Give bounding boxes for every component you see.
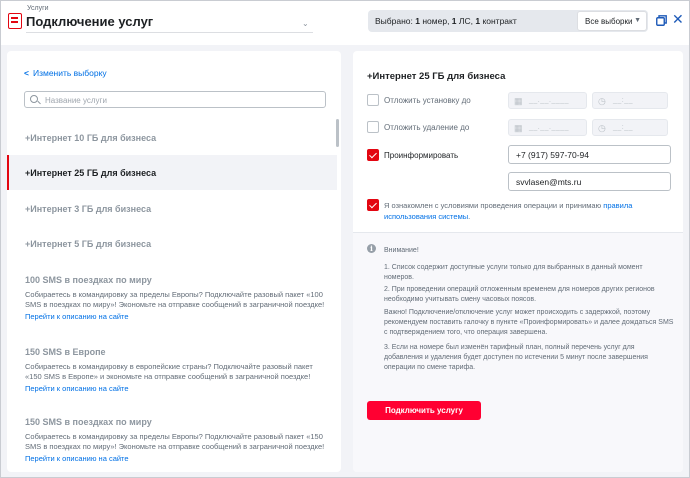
- notice-block: i Внимание! 1. Список содержит доступные…: [353, 233, 683, 472]
- service-details-title: +Интернет 25 ГБ для бизнеса: [367, 71, 506, 82]
- service-site-link[interactable]: Перейти к описанию на сайте: [25, 384, 129, 393]
- service-site-link[interactable]: Перейти к описанию на сайте: [25, 312, 129, 321]
- breadcrumb[interactable]: Услуги: [27, 5, 49, 12]
- close-icon[interactable]: ✕: [672, 12, 686, 26]
- list-item[interactable]: +Интернет 5 ГБ для бизнеса: [7, 229, 337, 259]
- list-item[interactable]: +Интернет 10 ГБ для бизнеса: [7, 123, 337, 153]
- list-item[interactable]: 150 SMS в Европе Собираетесь в командиро…: [7, 341, 337, 401]
- email-field[interactable]: svvlasen@mts.ru: [508, 172, 671, 191]
- notice-item: 1. Список содержит доступные услуги толь…: [384, 264, 643, 281]
- notice-heading: Внимание!: [384, 247, 419, 254]
- clock-icon: ◷: [598, 96, 606, 106]
- delete-date-field[interactable]: ▦ __.__.____: [508, 119, 587, 136]
- change-selection-link[interactable]: < Изменить выборку: [24, 68, 107, 78]
- install-time-field[interactable]: ◷ __:__: [592, 92, 668, 109]
- list-item[interactable]: 150 SMS в поездках по миру Собираетесь в…: [7, 411, 337, 471]
- search-placeholder: Название услуги: [45, 96, 107, 105]
- postpone-delete-label: Отложить удаление до: [384, 123, 470, 132]
- chevron-down-icon: ▼: [634, 17, 641, 24]
- page-title[interactable]: Подключение услуг: [26, 14, 153, 29]
- service-description: Собираетесь в командировку за пределы Ев…: [25, 290, 325, 309]
- app-logo-icon: [8, 13, 22, 29]
- agree-text: Я ознакомлен с условиями проведения опер…: [384, 201, 633, 221]
- submit-button[interactable]: Подключить услугу: [367, 401, 481, 420]
- list-item[interactable]: 100 SMS в поездках по миру Собираетесь в…: [7, 269, 337, 329]
- all-selections-dropdown[interactable]: Все выборки ▼: [577, 11, 647, 31]
- service-description: Собираетесь в командировку за пределы Ев…: [25, 432, 325, 451]
- service-title: +Интернет 5 ГБ для бизнеса: [25, 239, 152, 249]
- service-title: 150 SMS в Европе: [25, 347, 106, 357]
- service-title: +Интернет 10 ГБ для бизнеса: [25, 133, 157, 143]
- title-underline: [26, 32, 313, 33]
- calendar-icon: ▦: [514, 123, 523, 133]
- phone-field[interactable]: +7 (917) 597-70-94: [508, 145, 671, 164]
- inform-label: Проинформировать: [384, 151, 459, 160]
- service-title: 100 SMS в поездках по миру: [25, 275, 152, 285]
- inform-checkbox[interactable]: [367, 149, 379, 161]
- list-item-selected[interactable]: +Интернет 25 ГБ для бизнеса: [7, 155, 337, 190]
- postpone-install-label: Отложить установку до: [384, 96, 471, 105]
- postpone-install-row: Отложить установку до ▦ __.__.____ ◷ __:…: [367, 92, 677, 109]
- external-window-icon[interactable]: [656, 15, 667, 26]
- services-list-panel: < Изменить выборку Название услуги +Интер…: [7, 51, 341, 472]
- inform-row: Проинформировать: [367, 147, 497, 163]
- header: Услуги Подключение услуг ⌄ Выбрано: 1 но…: [1, 1, 689, 45]
- delete-time-field[interactable]: ◷ __:__: [592, 119, 668, 136]
- postpone-install-checkbox[interactable]: [367, 94, 379, 106]
- install-date-field[interactable]: ▦ __.__.____: [508, 92, 587, 109]
- notice-item: 3. Если на номере был изменён тарифный п…: [384, 344, 648, 371]
- list-item[interactable]: +Интернет 3 ГБ для бизнеса: [7, 194, 337, 224]
- selection-summary: Выбрано: 1 номер, 1 ЛС, 1 контракт Все в…: [368, 10, 648, 32]
- search-icon: [30, 95, 38, 103]
- search-input[interactable]: Название услуги: [24, 91, 326, 108]
- notice-item: 2. При проведении операций отложенным вр…: [384, 286, 655, 303]
- scrollbar-thumb[interactable]: [336, 119, 339, 147]
- calendar-icon: ▦: [514, 96, 523, 106]
- chevron-left-icon: <: [24, 68, 29, 78]
- service-title: 150 SMS в поездках по миру: [25, 417, 152, 427]
- postpone-delete-row: Отложить удаление до ▦ __.__.____ ◷ __:_…: [367, 119, 677, 136]
- agree-checkbox[interactable]: [367, 199, 379, 211]
- service-title: +Интернет 3 ГБ для бизнеса: [25, 204, 152, 214]
- service-site-link[interactable]: Перейти к описанию на сайте: [25, 454, 129, 463]
- selection-marker: [7, 155, 9, 190]
- service-title: +Интернет 25 ГБ для бизнеса: [25, 168, 157, 178]
- selection-summary-text: Выбрано: 1 номер, 1 ЛС, 1 контракт: [375, 16, 517, 26]
- postpone-delete-checkbox[interactable]: [367, 121, 379, 133]
- service-description: Собираетесь в командировку в европейские…: [25, 362, 313, 381]
- chevron-down-icon[interactable]: ⌄: [302, 19, 309, 28]
- info-icon: i: [367, 244, 376, 253]
- service-details-panel: +Интернет 25 ГБ для бизнеса Отложить уст…: [353, 51, 683, 472]
- notice-item: Важно! Подключение/отключение услуг може…: [384, 309, 674, 336]
- clock-icon: ◷: [598, 123, 606, 133]
